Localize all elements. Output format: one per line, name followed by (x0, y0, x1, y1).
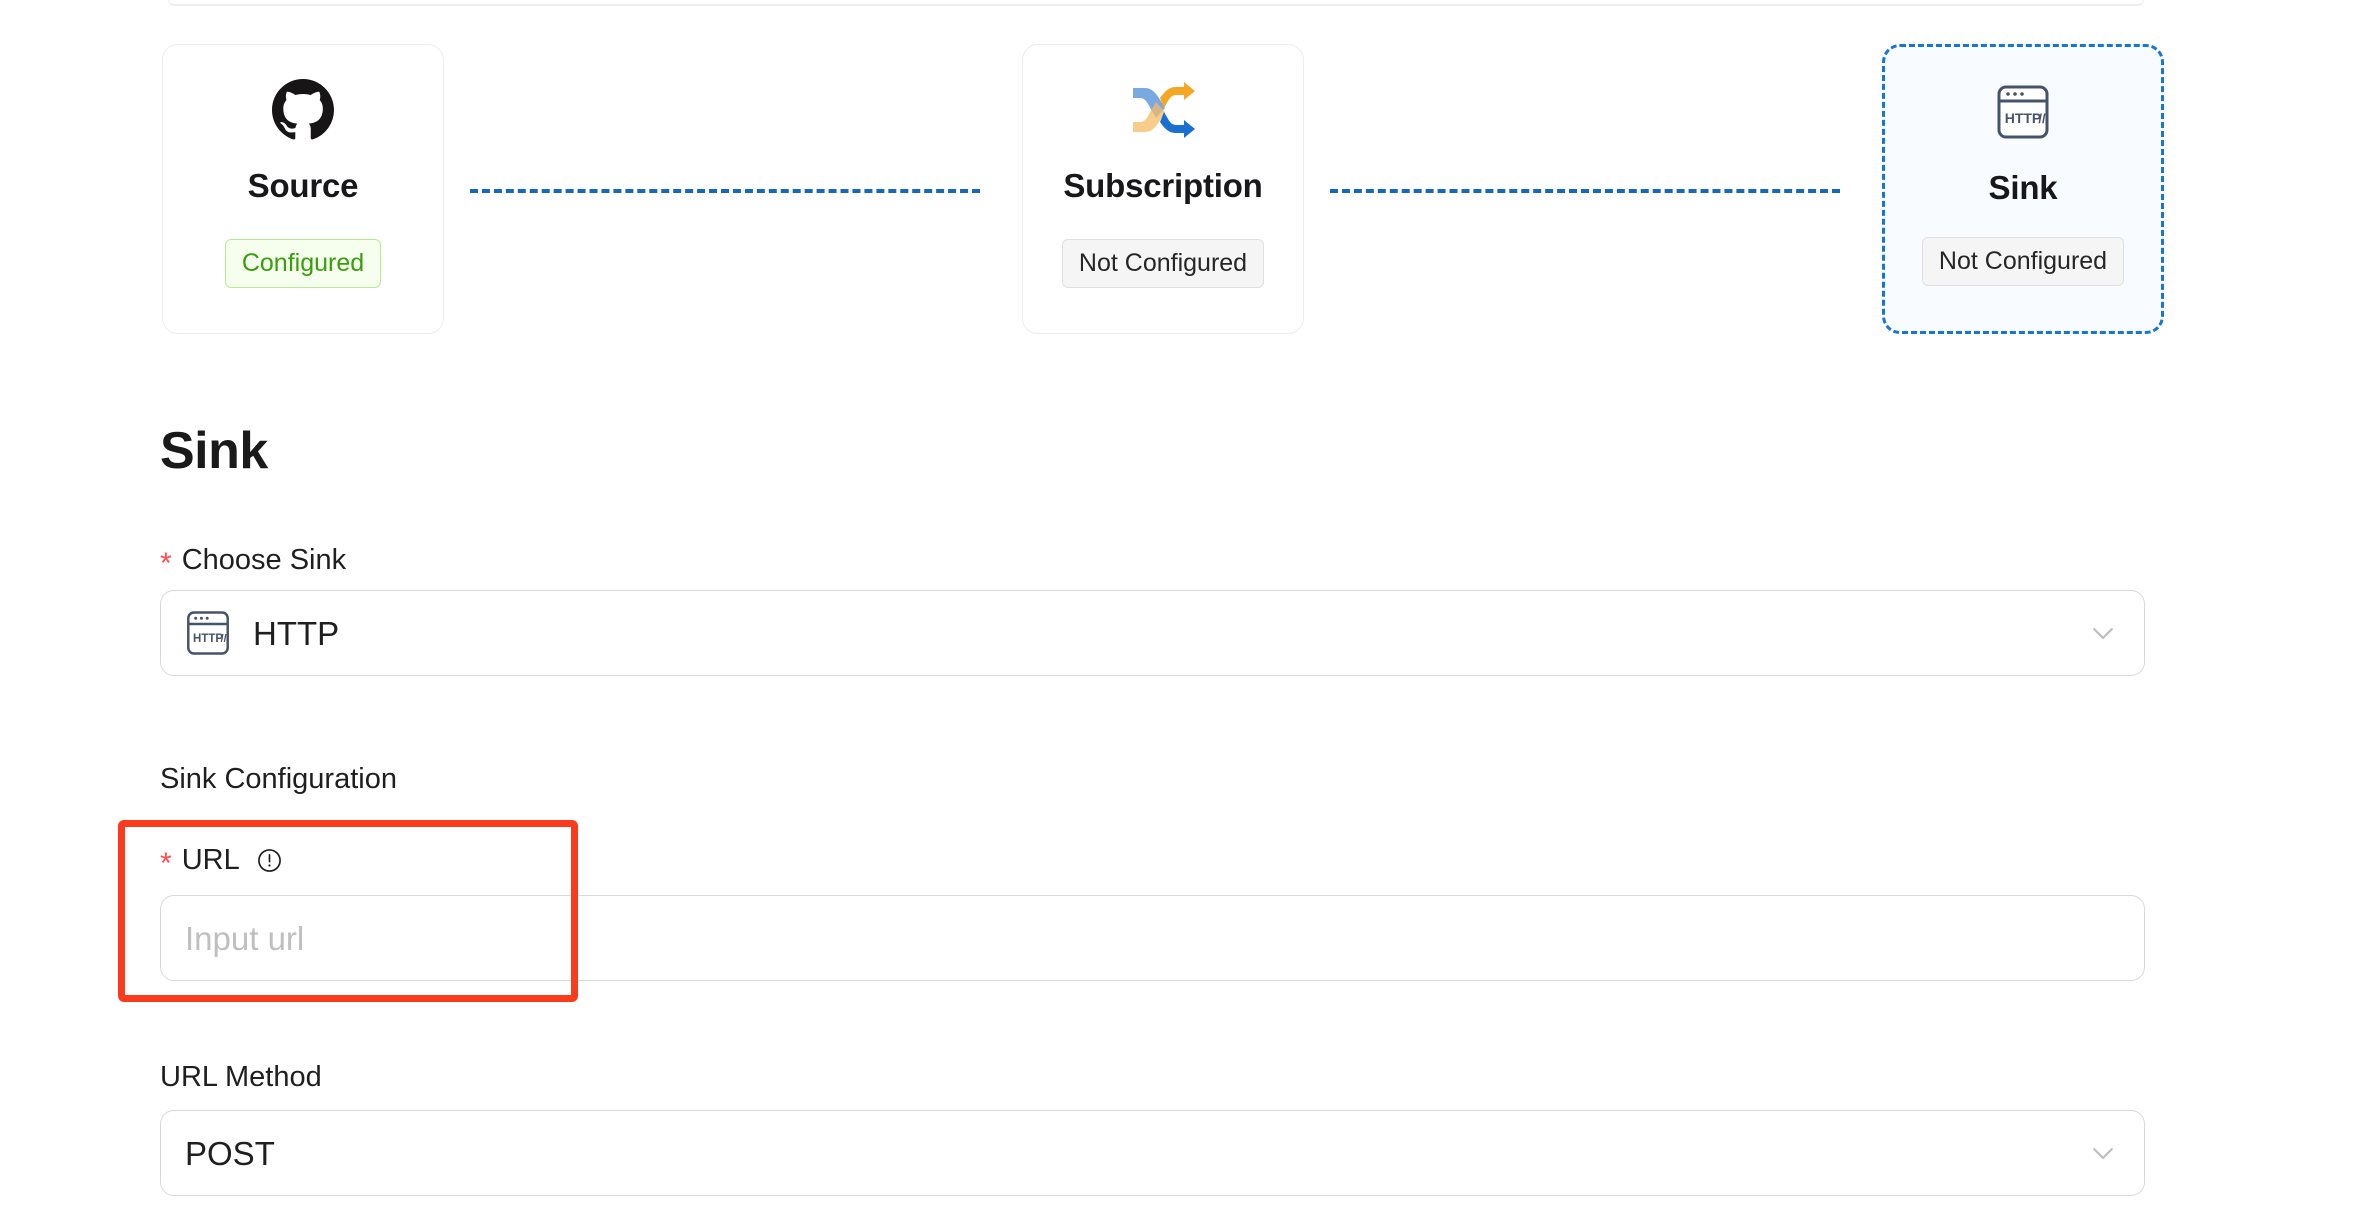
sink-configuration-label: Sink Configuration (160, 765, 397, 794)
step-card-subscription[interactable]: Subscription Not Configured (1022, 44, 1304, 334)
svg-text://: // (2038, 111, 2046, 126)
connector-source-subscription (470, 189, 980, 193)
github-icon (272, 51, 334, 169)
http-icon: HTTP // (1995, 53, 2051, 171)
status-badge-sink: Not Configured (1921, 237, 2125, 286)
http-icon: HTTP // (185, 609, 231, 657)
status-badge-source: Configured (224, 239, 382, 288)
required-asterisk: * (160, 547, 172, 580)
connector-subscription-sink (1330, 189, 1840, 193)
status-badge-subscription: Not Configured (1061, 239, 1265, 288)
pipeline-stepper: Source Configured Subscription Not Confi… (0, 44, 2362, 334)
url-label: * URL (160, 843, 283, 879)
step-title-subscription: Subscription (1063, 167, 1263, 204)
step-card-sink[interactable]: HTTP // Sink Not Configured (1882, 44, 2164, 334)
required-asterisk: * (160, 847, 172, 880)
url-method-label: URL Method (160, 1063, 322, 1092)
sink-configuration-label-text: Sink Configuration (160, 763, 397, 795)
choose-sink-label: * Choose Sink (160, 543, 347, 579)
step-title-source: Source (247, 167, 359, 204)
sink-configuration-page: Source Configured Subscription Not Confi… (0, 0, 2362, 1232)
choose-sink-value: HTTP (253, 614, 340, 652)
choose-sink-label-text: Choose Sink (181, 543, 347, 576)
url-method-label-text: URL Method (160, 1061, 322, 1093)
url-method-select[interactable]: POST (160, 1110, 2145, 1196)
step-title-sink: Sink (1988, 169, 2058, 206)
step-card-source[interactable]: Source Configured (162, 44, 444, 334)
svg-text://: // (221, 633, 227, 645)
shuffle-icon (1130, 51, 1196, 169)
chevron-down-icon[interactable] (2088, 1138, 2118, 1168)
url-input[interactable]: Input url (160, 895, 2145, 981)
svg-text:HTTP: HTTP (2005, 110, 2042, 126)
chevron-down-icon[interactable] (2088, 618, 2118, 648)
url-label-text: URL (181, 843, 240, 876)
svg-text:HTTP: HTTP (193, 633, 223, 645)
page-title: Sink (160, 422, 268, 480)
panel-top-edge (168, 0, 2144, 6)
url-method-value: POST (185, 1134, 275, 1172)
choose-sink-select[interactable]: HTTP // HTTP (160, 590, 2145, 676)
url-input-placeholder: Input url (185, 919, 305, 957)
exclamation-circle-icon[interactable] (256, 847, 283, 874)
